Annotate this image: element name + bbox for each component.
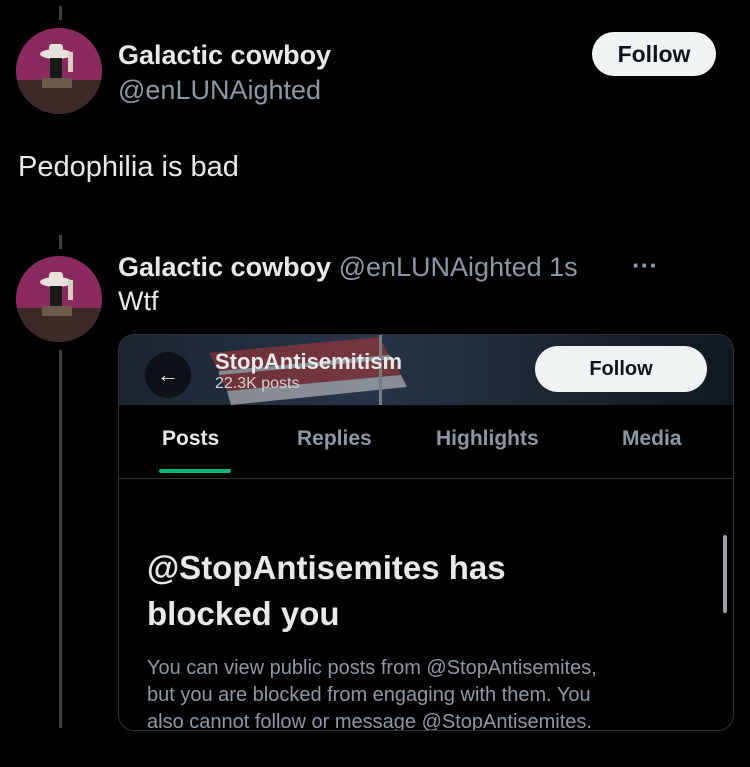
reply-header: Galactic cowboy @enLUNAighted 1s xyxy=(118,252,578,283)
tab-media[interactable]: Media xyxy=(622,427,682,451)
reply-author-name[interactable]: Galactic cowboy xyxy=(118,252,331,282)
avatar[interactable] xyxy=(16,28,102,114)
active-tab-indicator xyxy=(159,469,231,473)
reply-thread-line xyxy=(59,350,62,728)
post-text: Pedophilia is bad xyxy=(18,151,239,183)
tab-highlights[interactable]: Highlights xyxy=(436,427,539,451)
blocked-body-line: but you are blocked from engaging with t… xyxy=(147,684,591,706)
blocked-body-line: You can view public posts from @StopAnti… xyxy=(147,657,597,679)
cowboy-avatar-icon xyxy=(16,256,102,342)
back-arrow-icon[interactable]: ← xyxy=(145,352,191,398)
tab-replies[interactable]: Replies xyxy=(297,427,372,451)
reply-thread-line-top xyxy=(59,235,62,249)
profile-post-count: 22.3K posts xyxy=(215,375,300,392)
follow-button[interactable]: Follow xyxy=(592,32,716,76)
blocked-title: @StopAntisemites has blocked you xyxy=(147,549,506,632)
profile-follow-button[interactable]: Follow xyxy=(535,346,707,392)
reply-avatar[interactable] xyxy=(16,256,102,342)
embedded-screenshot[interactable]: ← StopAntisemitism 22.3K posts Follow Po… xyxy=(118,334,734,731)
author-name[interactable]: Galactic cowboy xyxy=(118,40,331,71)
blocked-body-line: also cannot follow or message @StopAntis… xyxy=(147,711,592,731)
tab-posts[interactable]: Posts xyxy=(162,427,219,451)
reply-time[interactable]: 1s xyxy=(549,252,578,282)
profile-name: StopAntisemitism xyxy=(215,349,403,374)
reply-text: Wtf xyxy=(118,286,159,316)
cowboy-avatar-icon xyxy=(16,28,102,114)
reply-author-handle[interactable]: @enLUNAighted xyxy=(339,252,542,282)
tabs-divider xyxy=(119,478,733,479)
blocked-body: You can view public posts from @StopAnti… xyxy=(147,655,707,731)
author-handle[interactable]: @enLUNAighted xyxy=(118,75,321,106)
scrollbar[interactable] xyxy=(723,535,727,613)
more-options-icon[interactable]: ··· xyxy=(632,250,658,281)
top-thread-line xyxy=(59,6,62,20)
